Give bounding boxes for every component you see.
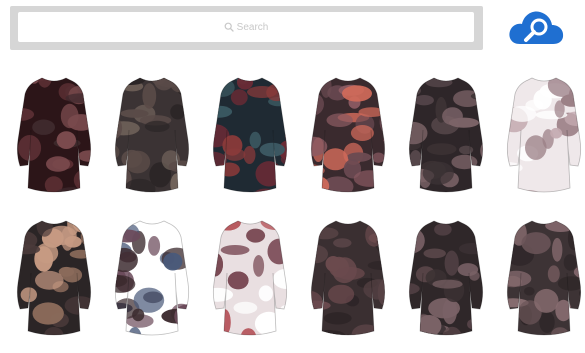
cloud-search-button[interactable] [506,6,566,48]
product-card[interactable] [498,70,585,210]
dress-image [498,213,585,353]
product-card[interactable] [106,213,198,353]
product-card[interactable] [8,70,100,210]
cloud-search-icon [506,6,566,48]
dress-image [8,213,100,353]
product-grid [8,70,585,349]
product-card[interactable] [302,70,394,210]
dress-image [8,70,100,210]
dress-image [106,213,198,353]
dress-image [204,70,296,210]
product-card[interactable] [400,70,492,210]
product-card[interactable] [106,70,198,210]
product-card[interactable] [302,213,394,353]
dress-image [400,213,492,353]
dress-image [204,213,296,353]
search-bar: Search [10,6,483,50]
dress-image [498,70,585,210]
product-card[interactable] [204,70,296,210]
product-card[interactable] [8,213,100,353]
search-placeholder: Search [237,22,269,33]
product-card[interactable] [498,213,585,353]
dress-image [106,70,198,210]
search-icon [224,22,234,32]
dress-image [302,213,394,353]
product-card[interactable] [204,213,296,353]
product-card[interactable] [400,213,492,353]
dress-image [400,70,492,210]
search-input[interactable]: Search [18,12,474,42]
dress-image [302,70,394,210]
